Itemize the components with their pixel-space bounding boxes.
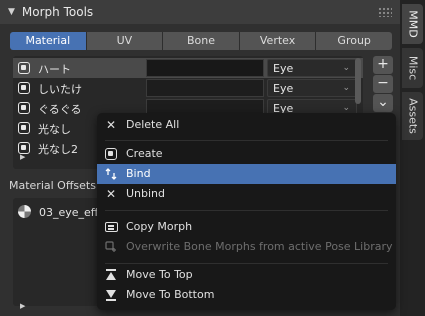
tab-group[interactable]: Group xyxy=(316,32,392,50)
material-morph-icon xyxy=(18,102,30,114)
tab-misc-label: Misc xyxy=(406,55,419,81)
context-menu: ✕ Delete All Create Bind ✕ Unbind Copy M… xyxy=(97,113,396,310)
tab-uv[interactable]: UV xyxy=(86,32,164,50)
add-morph-button[interactable]: + xyxy=(373,56,393,74)
menu-divider xyxy=(105,263,388,264)
more-options-button[interactable]: ⌄ xyxy=(373,94,393,112)
offset-name: 03_eye_effe xyxy=(39,206,106,219)
morph-name: 光なし2 xyxy=(38,143,78,156)
chevron-down-icon: ⌄ xyxy=(342,83,350,93)
chevron-down-icon: ⌄ xyxy=(342,63,350,73)
category-value: Eye xyxy=(273,62,294,75)
tab-assets-label: Assets xyxy=(406,98,419,134)
move-to-bottom-icon xyxy=(106,290,116,301)
panel-header[interactable]: ▼ Morph Tools xyxy=(0,0,400,24)
tab-mmd-label: MMD xyxy=(406,10,419,38)
menu-item-label: Copy Morph xyxy=(126,220,193,233)
menu-divider xyxy=(105,140,388,141)
list-item[interactable]: しいたけ Eye ⌄ xyxy=(13,78,363,98)
remove-morph-button[interactable]: − xyxy=(373,75,393,93)
morph-type-tabs: Material UV Bone Vertex Group xyxy=(10,32,392,50)
category-select[interactable]: Eye ⌄ xyxy=(267,59,357,77)
morph-name: しいたけ xyxy=(38,83,82,96)
panel-title: Morph Tools xyxy=(21,5,94,19)
menu-item-copy-morph[interactable]: Copy Morph xyxy=(97,217,396,237)
menu-item-label: Unbind xyxy=(126,187,166,200)
material-ball-icon xyxy=(18,205,31,218)
morph-name-field[interactable] xyxy=(146,59,264,77)
list-scrollbar[interactable] xyxy=(355,58,361,104)
menu-item-move-to-top[interactable]: Move To Top xyxy=(97,265,396,285)
menu-divider xyxy=(105,210,388,211)
tab-mmd[interactable]: MMD xyxy=(402,4,423,44)
bind-icon xyxy=(105,168,117,180)
morph-name: ハート xyxy=(38,63,71,76)
tab-bone[interactable]: Bone xyxy=(163,32,240,50)
move-to-top-icon xyxy=(106,269,116,280)
menu-item-label: Delete All xyxy=(126,118,180,131)
material-morph-icon xyxy=(18,62,30,74)
copy-icon xyxy=(105,222,118,232)
tab-material[interactable]: Material xyxy=(10,32,87,50)
sidebar-vertical-tabs: MMD Misc Assets xyxy=(400,0,425,316)
drag-grip-icon[interactable] xyxy=(378,7,392,17)
category-value: Eye xyxy=(273,82,294,95)
menu-item-label: Create xyxy=(126,147,163,160)
x-icon: ✕ xyxy=(105,187,117,201)
menu-item-label: Overwrite Bone Morphs from active Pose L… xyxy=(126,240,393,253)
collapse-arrow-icon[interactable]: ▼ xyxy=(8,7,15,17)
menu-item-overwrite-bone-morphs: Overwrite Bone Morphs from active Pose L… xyxy=(97,237,396,257)
menu-item-move-to-bottom[interactable]: Move To Bottom xyxy=(97,285,396,305)
x-icon: ✕ xyxy=(105,118,117,132)
chevron-down-icon: ⌄ xyxy=(342,103,350,113)
list-expand-icon[interactable]: ▶ xyxy=(20,153,25,161)
menu-item-delete-all[interactable]: ✕ Delete All xyxy=(97,115,396,135)
tab-vertex[interactable]: Vertex xyxy=(239,32,317,50)
tab-assets[interactable]: Assets xyxy=(402,92,423,140)
tab-misc[interactable]: Misc xyxy=(402,48,423,88)
menu-item-unbind[interactable]: ✕ Unbind xyxy=(97,184,396,204)
list-item[interactable]: ハート Eye ⌄ xyxy=(13,58,363,78)
menu-item-label: Move To Top xyxy=(126,268,193,281)
morph-name: ぐるぐる xyxy=(38,103,82,116)
offsets-expand-icon[interactable]: ▶ xyxy=(20,302,25,310)
menu-item-label: Move To Bottom xyxy=(126,288,215,301)
morph-name-field[interactable] xyxy=(146,79,264,97)
morph-name: 光なし xyxy=(38,123,71,136)
pose-library-icon xyxy=(105,241,116,252)
material-morph-icon xyxy=(105,148,117,160)
material-morph-icon xyxy=(18,122,30,134)
material-morph-icon xyxy=(18,82,30,94)
category-select[interactable]: Eye ⌄ xyxy=(267,79,357,97)
menu-item-label: Bind xyxy=(126,167,151,180)
menu-item-create[interactable]: Create xyxy=(97,144,396,164)
menu-item-bind[interactable]: Bind xyxy=(97,164,396,184)
material-offsets-label: Material Offsets ( xyxy=(9,179,104,192)
